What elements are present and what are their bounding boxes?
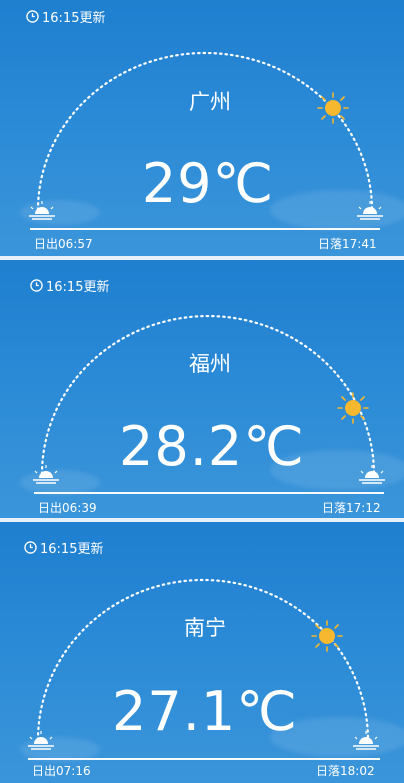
sunset-icon [357, 201, 383, 220]
temperature: 27.1℃ [112, 680, 298, 743]
clock-icon [26, 10, 39, 23]
update-time: 16:15更新 [30, 276, 109, 295]
city-name: 福州 [189, 352, 231, 376]
sunset-icon [353, 731, 379, 750]
sun-icon [311, 620, 343, 652]
sunrise-icon [29, 201, 55, 220]
sunrise-icon [28, 731, 54, 750]
sun-path-arc [33, 314, 385, 484]
clock-icon [24, 541, 37, 554]
city-name: 南宁 [184, 616, 226, 640]
sunset-icon [359, 465, 385, 484]
horizon-line [30, 228, 380, 230]
horizon-line [28, 758, 380, 760]
city-name: 广州 [189, 90, 231, 114]
sunset-time: 日落17:12 [322, 501, 381, 515]
sunset-time: 日落18:02 [316, 764, 375, 778]
horizon-line [34, 492, 384, 494]
temperature: 28.2℃ [119, 415, 305, 478]
sunrise-time: 日出06:57 [34, 237, 93, 251]
sun-icon [317, 92, 349, 124]
sun-path-arc [28, 578, 379, 750]
sun-path-arc [29, 51, 383, 220]
weather-panel-fuzhou: 16:15更新 福州 28.2℃ 日出06:39 日落17:12 [0, 260, 404, 518]
temperature: 29℃ [141, 152, 275, 215]
sunset-time: 日落17:41 [318, 237, 377, 251]
weather-panel-nanning: 16:15更新 南宁 27.1℃ 日出07:16 日落18:02 [0, 522, 404, 783]
sunrise-time: 日出06:39 [38, 501, 97, 515]
sunrise-time: 日出07:16 [32, 764, 91, 778]
update-time: 16:15更新 [26, 7, 105, 26]
update-time: 16:15更新 [24, 538, 103, 557]
clock-icon [30, 279, 43, 292]
weather-panel-guangzhou: 16:15更新 广州 29℃ 日出06:57 日落17:41 [0, 0, 404, 256]
sunrise-icon [33, 465, 59, 484]
